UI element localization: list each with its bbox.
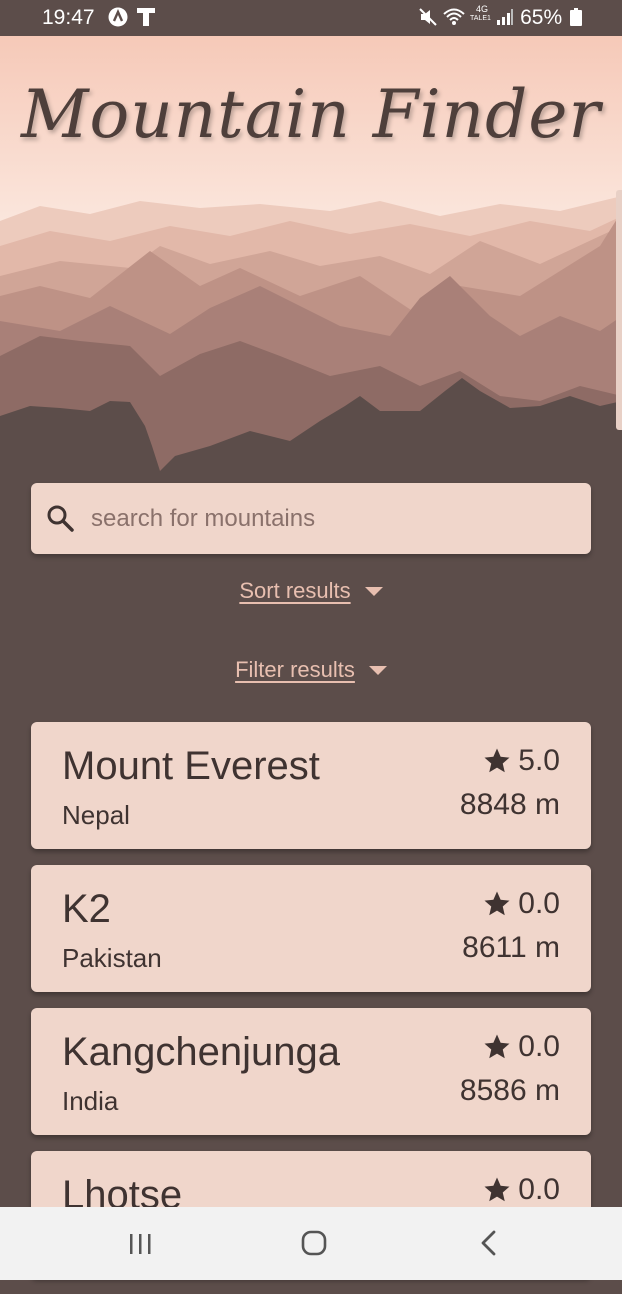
- star-icon: [484, 748, 510, 773]
- chevron-down-icon: [364, 586, 383, 596]
- app-notification-icon: [108, 7, 128, 32]
- battery-percent: 65%: [520, 6, 563, 29]
- mountain-height: 8611 m: [462, 931, 560, 964]
- recents-icon: [130, 1234, 151, 1254]
- search-bar[interactable]: [31, 483, 591, 554]
- home-button[interactable]: [300, 1229, 328, 1261]
- filter-control: Filter results: [0, 657, 622, 683]
- chevron-down-icon: [368, 665, 387, 675]
- filter-results-label: Filter results: [235, 657, 355, 682]
- mountain-country: India: [62, 1086, 119, 1116]
- mountain-name: Mount Everest: [62, 744, 320, 788]
- mute-icon: [418, 7, 438, 32]
- star-icon: [484, 1177, 510, 1202]
- sort-results-button[interactable]: Sort results: [239, 578, 383, 604]
- mountain-rating: 0.0: [482, 887, 560, 921]
- mountain-rating: 0.0: [482, 1173, 560, 1207]
- sort-results-label: Sort results: [239, 578, 351, 603]
- search-input[interactable]: [89, 495, 573, 543]
- home-icon: [301, 1230, 327, 1256]
- search-icon: [45, 503, 75, 537]
- app-title: Mountain Finder: [20, 76, 602, 153]
- recents-button[interactable]: [128, 1232, 152, 1260]
- star-icon: [484, 891, 510, 916]
- signal-icon: [496, 7, 514, 32]
- mountain-country: Nepal: [62, 800, 130, 830]
- mountain-name: Kangchenjunga: [62, 1030, 341, 1074]
- mountain-height: 8586 m: [459, 1074, 560, 1107]
- sort-control: Sort results: [0, 578, 622, 604]
- network-type: 4G TALE1: [470, 4, 491, 24]
- star-icon: [484, 1034, 510, 1059]
- hero-header: Mountain Finder: [0, 36, 622, 476]
- mountain-height: 8848 m: [459, 788, 560, 821]
- mountain-card[interactable]: K2 Pakistan 0.0 8611 m: [31, 865, 591, 992]
- rating-value: 0.0: [518, 1030, 560, 1063]
- back-button[interactable]: [476, 1229, 502, 1261]
- mountain-card[interactable]: Kangchenjunga India 0.0 8586 m: [31, 1008, 591, 1135]
- rating-value: 0.0: [518, 1173, 560, 1206]
- mountain-rating: 5.0: [482, 744, 560, 778]
- filter-results-button[interactable]: Filter results: [235, 657, 387, 683]
- mountain-rating: 0.0: [482, 1030, 560, 1064]
- mountain-name: K2: [62, 887, 111, 931]
- back-icon: [481, 1230, 496, 1256]
- network-sub: TALE1: [470, 15, 491, 22]
- status-time: 19:47: [42, 6, 95, 29]
- rating-value: 5.0: [518, 744, 560, 777]
- text-app-icon: [136, 7, 156, 32]
- system-nav-bar: [0, 1207, 622, 1280]
- battery-status: 65%: [520, 6, 582, 30]
- mountain-card[interactable]: Mount Everest Nepal 5.0 8848 m: [31, 722, 591, 849]
- battery-icon: [570, 8, 582, 26]
- status-bar: 19:47 4G TALE1 65%: [0, 0, 622, 36]
- mountain-country: Pakistan: [62, 943, 162, 973]
- rating-value: 0.0: [518, 887, 560, 920]
- network-label: 4G: [476, 4, 489, 14]
- wifi-icon: [443, 7, 465, 32]
- scroll-indicator[interactable]: [616, 190, 622, 430]
